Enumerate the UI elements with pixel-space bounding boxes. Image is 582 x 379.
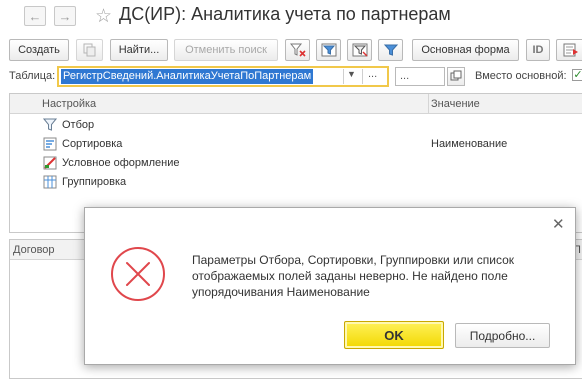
filter-value-icon	[321, 43, 336, 57]
chevron-down-icon[interactable]: ▼	[347, 69, 356, 79]
filter-clear-icon	[289, 43, 306, 57]
field-separator	[362, 69, 363, 84]
arrow-left-icon: ←	[28, 8, 42, 24]
error-message: Параметры Отбора, Сортировки, Группировк…	[192, 253, 515, 299]
settings-row-label: Условное оформление	[62, 157, 180, 169]
back-button[interactable]: ←	[24, 6, 46, 26]
settings-row-value: Наименование	[431, 138, 508, 150]
clear-filter-button[interactable]	[285, 39, 310, 61]
column-header-setting[interactable]: Настройка	[42, 98, 96, 110]
instead-of-main-label: Вместо основной:	[475, 70, 567, 82]
copy-button[interactable]	[76, 39, 103, 61]
cancel-search-button[interactable]: Отменить поиск	[174, 39, 278, 61]
error-icon	[111, 247, 165, 301]
ok-button[interactable]: OK	[344, 321, 444, 349]
conditional-format-icon	[43, 156, 57, 170]
select-table-button[interactable]: ...	[368, 68, 377, 80]
report-icon	[563, 43, 578, 57]
settings-row-sort[interactable]: Сортировка Наименование	[10, 135, 582, 154]
filter-history-icon	[352, 43, 367, 57]
table-input-value: РегистрСведений.АналитикаУчетаПоПартнера…	[61, 69, 314, 84]
column-header-contract[interactable]: Договор	[13, 244, 55, 256]
id-button[interactable]: ID	[526, 39, 550, 61]
settings-grid-header: Настройка Значение	[10, 94, 582, 114]
grouping-icon	[43, 175, 57, 189]
star-icon[interactable]: ☆	[95, 5, 112, 28]
error-dialog: ✕ Параметры Отбора, Сортировки, Группиро…	[84, 207, 576, 365]
more-actions-button[interactable]	[556, 39, 582, 61]
settings-row-filter[interactable]: Отбор	[10, 116, 582, 135]
settings-row-conditional-format[interactable]: Условное оформление	[10, 154, 582, 173]
copy-icon	[83, 43, 95, 57]
secondary-field[interactable]: ...	[395, 67, 445, 86]
close-icon[interactable]: ✕	[552, 215, 565, 233]
column-header-value[interactable]: Значение	[431, 98, 480, 110]
open-icon	[450, 70, 462, 81]
settings-row-label: Сортировка	[62, 138, 123, 150]
open-button[interactable]	[447, 67, 465, 86]
main-form-button[interactable]: Основная форма	[412, 39, 519, 61]
details-button[interactable]: Подробно...	[455, 323, 550, 348]
table-input[interactable]: РегистрСведений.АналитикаУчетаПоПартнера…	[57, 66, 389, 87]
filter-history-button[interactable]	[347, 39, 372, 61]
filter-by-value-button[interactable]	[316, 39, 341, 61]
filter-settings-icon	[383, 44, 398, 56]
create-button[interactable]: Создать	[9, 39, 69, 61]
arrow-right-icon: →	[58, 8, 72, 24]
filter-settings-button[interactable]	[378, 39, 403, 61]
table-label: Таблица:	[9, 70, 56, 82]
instead-of-main-checkbox[interactable]: ✓	[572, 69, 582, 81]
column-separator	[428, 94, 429, 114]
field-separator	[343, 69, 344, 84]
forward-button[interactable]: →	[54, 6, 76, 26]
settings-row-label: Группировка	[62, 176, 127, 188]
settings-row-grouping[interactable]: Группировка	[10, 173, 582, 192]
find-button[interactable]: Найти...	[110, 39, 168, 61]
page-title: ДС(ИР): Аналитика учета по партнерам	[119, 4, 451, 24]
sort-icon	[43, 137, 57, 151]
filter-icon	[43, 118, 57, 131]
settings-row-label: Отбор	[62, 119, 95, 131]
